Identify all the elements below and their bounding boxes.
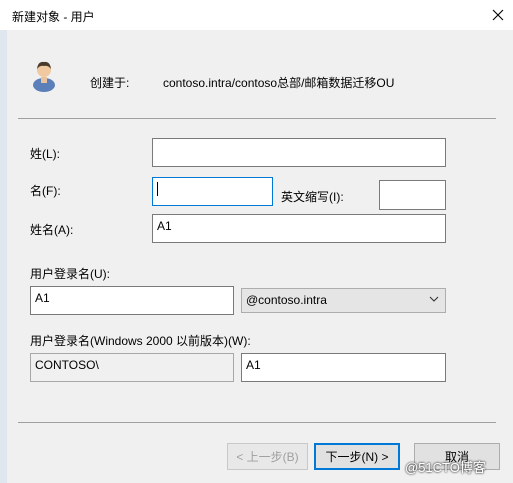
first-name-field[interactable] [152,177,273,206]
dialog-window: 新建对象 - 用户 创建于: contoso.intra/contoso总部/邮… [0,0,513,483]
title-bar: 新建对象 - 用户 [0,0,513,30]
first-name-label: 名(F): [30,184,61,198]
back-button[interactable]: < 上一步(B) [227,443,308,470]
logon-name-field[interactable]: A1 [30,286,234,315]
separator [18,118,496,119]
next-button[interactable]: 下一步(N) > [314,443,400,470]
watermark: @51CTO博客 [405,460,486,475]
created-in-label: 创建于: [90,76,130,90]
last-name-label: 姓(L): [30,147,61,161]
pre2000-logon-label: 用户登录名(Windows 2000 以前版本)(W): [30,334,251,348]
initials-label: 英文缩写(I): [281,190,344,204]
dialog-body [7,30,513,483]
last-name-field[interactable] [152,138,446,167]
close-button[interactable] [484,2,512,28]
initials-field[interactable] [379,180,446,210]
pre2000-logon-field[interactable]: A1 [241,353,446,382]
text-caret [157,182,158,196]
full-name-label: 姓名(A): [30,223,74,237]
background-window-edge [0,0,7,483]
chevron-down-icon [429,296,439,302]
domain-suffix-dropdown[interactable]: @contoso.intra [241,288,446,313]
window-title: 新建对象 - 用户 [12,10,95,24]
domain-suffix-value: @contoso.intra [246,293,327,307]
pre2000-domain-field: CONTOSO\ [30,353,234,382]
container-path: contoso.intra/contoso总部/邮箱数据迁移OU [163,76,395,90]
full-name-field[interactable]: A1 [152,214,446,243]
logon-name-label: 用户登录名(U): [30,267,110,281]
separator [18,422,496,423]
user-icon [30,58,58,92]
close-icon [492,9,504,21]
